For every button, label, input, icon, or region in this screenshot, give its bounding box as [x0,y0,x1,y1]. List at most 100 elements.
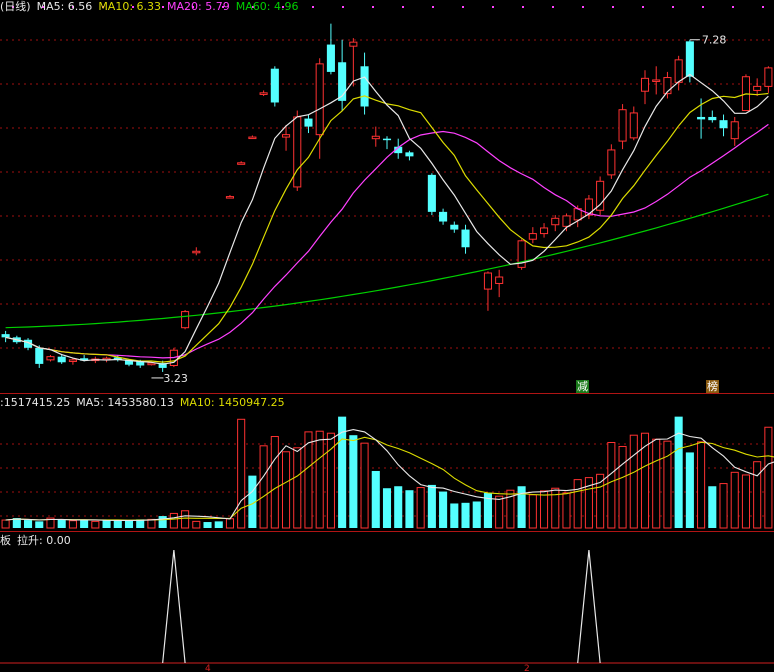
candle-body-down [719,120,728,129]
top-marker [402,6,404,8]
candle-body-up [640,77,650,92]
candle-body-down [304,118,313,127]
volume-bar-up [91,520,100,529]
top-marker [672,6,674,8]
volume-bar-up [225,518,234,529]
volume-bar-up [1,519,10,529]
volume-bar-down [461,502,470,528]
high-marker-label: 7.28 [702,34,727,47]
indicator-spike [162,549,186,664]
candle-body-up [248,136,257,140]
volume-bar-down [57,519,66,528]
volume-bar-up [416,487,425,529]
candle-body-up [349,41,358,47]
volume-panel[interactable]: :1517415.25 MA5: 1453580.13 MA10: 1450947.… [0,394,774,532]
volume-bar-up [192,520,201,529]
volume-bar-up [697,441,706,529]
volume-bar-down [349,435,358,528]
candle-body-down [697,116,706,120]
candlestick-chart[interactable]: 7.28 3.23 [0,0,774,394]
top-marker [492,6,494,8]
volume-bar-down [382,488,392,528]
price-panel[interactable]: 7.28 3.23 (日线) MA5: 6.56 MA10: 6.33 MA20: 5.… [0,0,774,394]
ma5-line [5,73,769,365]
candle-body-up [293,116,302,188]
candle-body-up [562,215,571,227]
volume-bar-up [652,438,661,529]
volume-bar-down [124,520,134,528]
signal-tag-reduce[interactable]: 减 [576,380,589,393]
volume-bar-down [158,516,167,528]
candle-body-down [461,229,470,248]
top-marker [762,6,764,8]
candle-body-down [382,138,392,141]
candle-body-up [652,79,661,82]
low-marker-label: 3.23 [163,372,188,385]
volume-bar-up [528,494,537,529]
volume-bar-down [405,490,414,528]
candle-body-down [326,44,335,72]
volume-bar-up [259,445,268,529]
volume-bar-up [719,483,728,529]
volume-bar-down [203,522,212,528]
volume-bar-down [24,520,33,528]
indicator-panel[interactable]: 42 板拉升: 0.00 [0,532,774,672]
volume-bar-up [607,441,616,529]
signal-tag-list[interactable]: 榜 [706,380,719,393]
indicator-prefix: 板 [0,534,11,547]
candle-body-up [629,112,638,139]
volume-bar-up [270,436,279,529]
ma20-legend: MA20: 5.79 [167,0,230,13]
top-marker [462,6,464,8]
volume-value: :1517415.25 [0,396,71,409]
volume-bar-up [730,471,739,529]
volume-bar-down [80,520,89,528]
volume-bar-up [304,431,313,529]
ma20-line [5,123,769,359]
volume-bar-up [573,479,582,529]
volume-chart[interactable] [0,394,774,532]
volume-bar-down [708,486,717,528]
volume-bar-up [147,518,156,529]
axis-mark: 4 [205,664,211,672]
top-marker [642,6,644,8]
candle-body-up [528,233,537,240]
top-marker [432,6,434,8]
candle-body-up [753,85,762,91]
volume-bar-up [764,426,773,529]
candle-body-down [35,347,44,364]
volume-bar-up [293,447,302,529]
volume-bar-up [629,434,638,529]
top-marker [612,6,614,8]
volume-ma5-legend: MA5: 1453580.13 [76,396,174,409]
indicator-spike [577,549,601,664]
volume-bar-down [371,470,380,528]
volume-bar-up [181,510,190,529]
volume-bar-up [562,492,571,529]
indicator-value: 拉升: 0.00 [17,534,71,547]
indicator-chart[interactable]: 42 [0,532,774,672]
volume-bar-down [102,520,111,528]
volume-bar-down [439,491,448,528]
volume-bar-up [68,520,77,529]
ma10-legend: MA10: 6.33 [98,0,162,13]
top-marker [582,6,584,8]
top-marker [522,6,524,8]
volume-bar-up [540,490,549,529]
top-marker [552,6,554,8]
period-label: (日线) [0,0,31,13]
top-marker [372,6,374,8]
volume-bar-up [495,495,504,529]
top-marker [702,6,704,8]
volume-bar-down [472,501,481,528]
volume-bar-up [315,430,324,529]
candle-body-up [68,359,77,362]
volume-bar-up [640,432,650,529]
candle-body-up [46,356,55,361]
volume-ma10-legend: MA10: 1450947.25 [179,396,285,409]
volume-bar-up [237,418,246,529]
candle-body-up [315,63,324,136]
ma60-line [5,193,769,329]
candle-body-down [405,152,414,157]
candle-body-down [450,224,459,230]
